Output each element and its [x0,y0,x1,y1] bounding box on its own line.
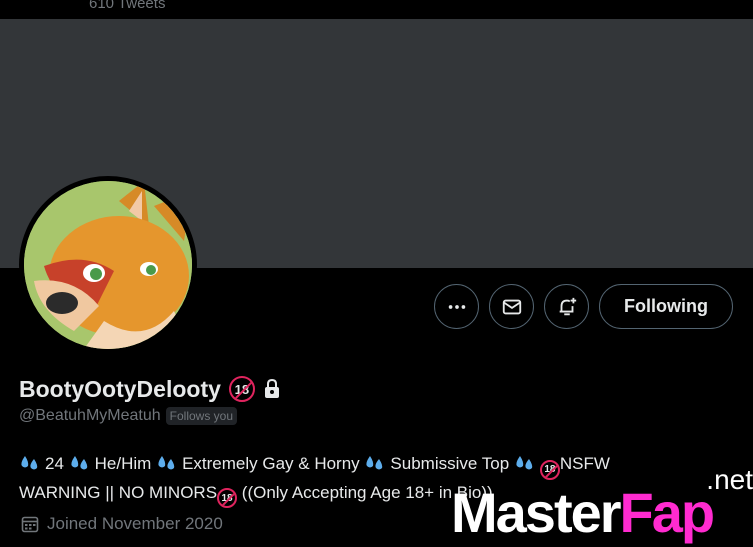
joined-label: Joined November 2020 [47,514,223,533]
display-name: BootyOotyDelooty [19,375,221,402]
bio-age: 24 [45,454,64,473]
sweat-droplets-icon [21,456,38,470]
sweat-droplets-icon [158,456,175,470]
more-horizontal-icon [448,304,465,309]
sweat-droplets-icon [366,456,383,470]
more-button[interactable] [434,284,479,329]
age-restriction-badge: 18 [228,376,255,402]
watermark-logo: .net MasterFap [451,464,753,547]
watermark-main: Master [451,481,622,544]
bio-warning: WARNING || NO MINORS [19,482,218,502]
tweet-count: 610 Tweets [89,0,166,12]
follows-you-badge: Follows you [165,407,238,425]
handle-row: @BeatuhMyMeatuh Follows you [19,407,238,425]
user-handle: @BeatuhMyMeatuh [19,407,161,424]
top-bar: 610 Tweets [0,0,753,19]
bio-pronouns: He/Him [94,454,152,473]
joined-date: Joined November 2020 [21,514,223,534]
avatar-image [24,181,192,349]
avatar[interactable] [19,176,197,354]
lock-icon [264,379,279,398]
name-row: BootyOotyDelooty 18 [19,374,281,404]
bell-plus-icon [559,297,576,315]
notifications-button[interactable] [544,284,589,329]
bio-orientation: Extremely Gay & Horny [182,454,360,473]
sweat-droplets-icon [71,456,87,470]
bio-nsfw: NSFW [559,454,610,473]
mail-icon [502,299,521,314]
sweat-droplets-icon [516,456,533,470]
following-button[interactable]: Following [599,284,733,329]
watermark-accent: Fap [619,481,716,544]
age-restriction-icon: 18 [217,488,238,508]
bio-role: Submissive Top [390,454,510,473]
watermark-text: MasterFap [451,480,716,545]
watermark-suffix: .net [706,464,753,495]
calendar-icon [21,516,39,533]
message-button[interactable] [489,284,534,329]
